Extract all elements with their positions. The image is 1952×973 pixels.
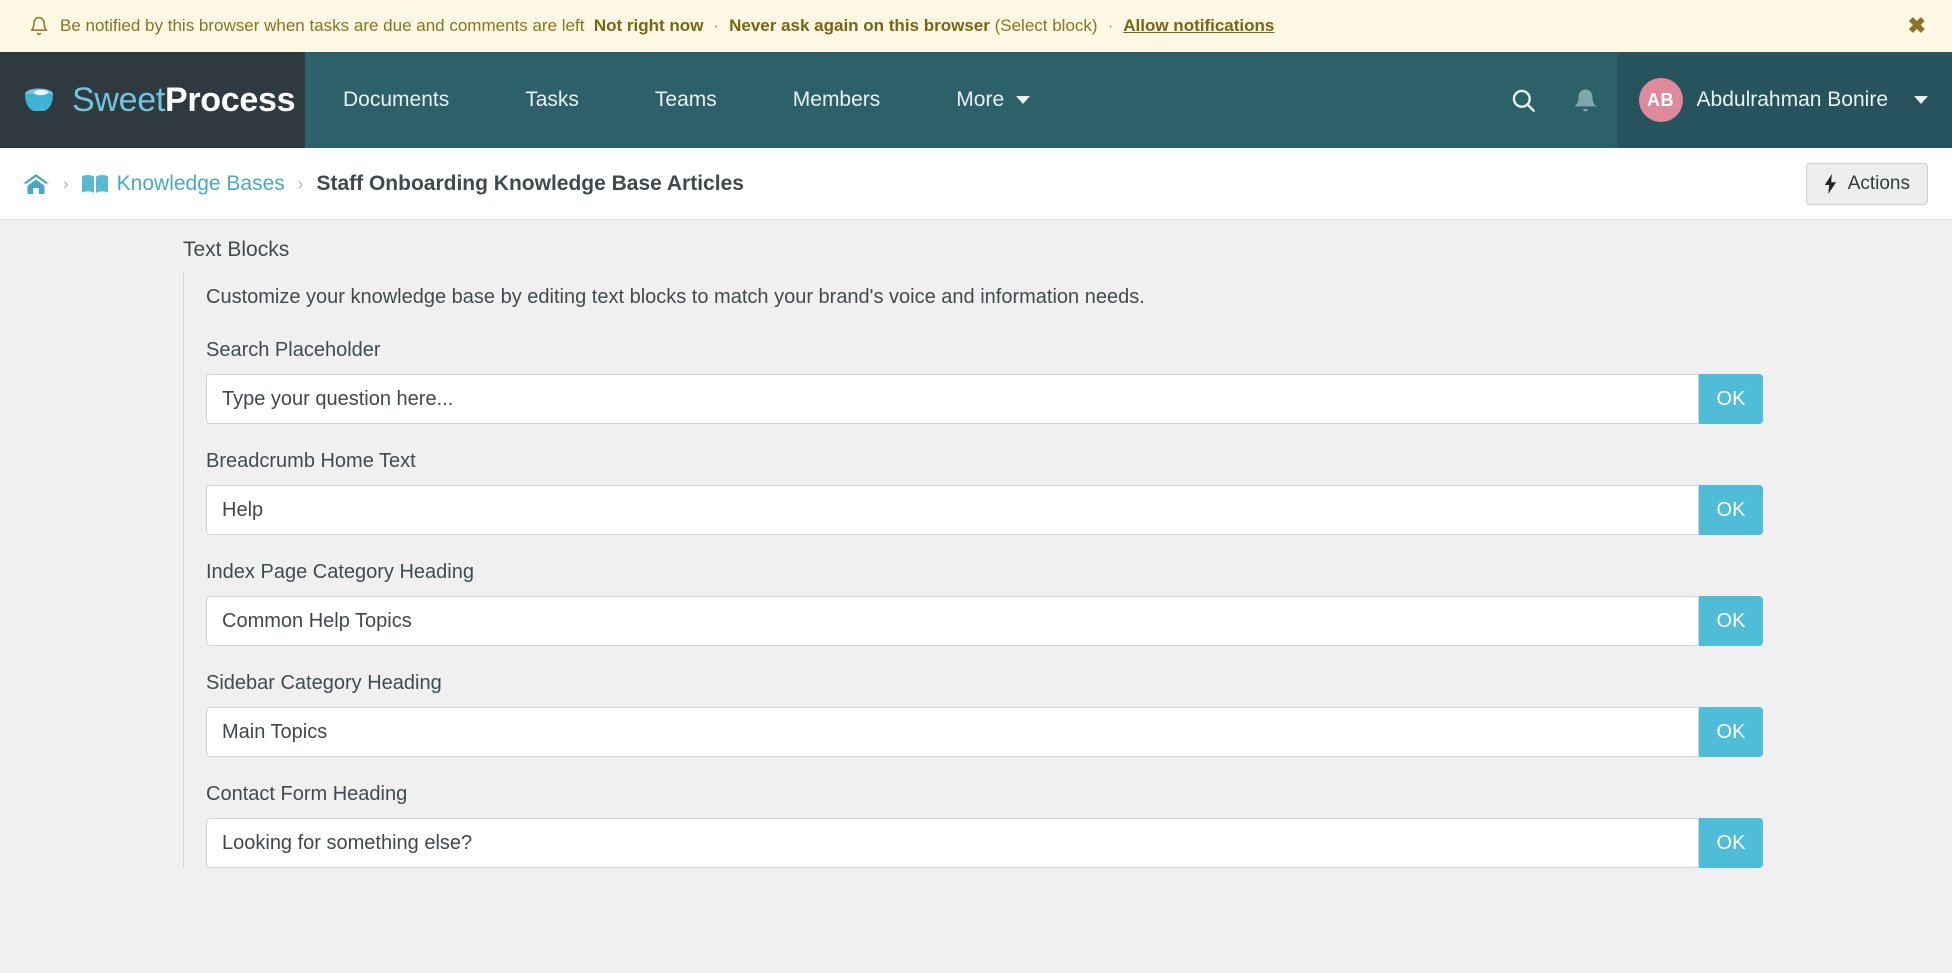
home-icon[interactable] — [22, 172, 50, 196]
avatar: AB — [1638, 78, 1683, 122]
nav-item-documents-label: Documents — [343, 88, 450, 111]
breadcrumb-separator-1: › — [63, 173, 69, 193]
field-index-page-category-heading: Index Page Category Heading OK — [206, 561, 1952, 646]
notifications-bell-icon[interactable] — [1555, 52, 1617, 148]
field-label: Breadcrumb Home Text — [206, 450, 416, 472]
ok-button[interactable]: OK — [1699, 596, 1763, 646]
user-chevron-down-icon — [1914, 96, 1928, 104]
search-placeholder-input[interactable] — [206, 374, 1699, 424]
nav-item-more-label: More — [956, 88, 1005, 111]
brand-name-process: Process — [165, 81, 296, 119]
breadcrumb-link-knowledge-bases[interactable]: Knowledge Bases — [117, 172, 285, 196]
breadcrumb: › Knowledge Bases › Staff Onboarding Kno… — [0, 148, 1952, 220]
ok-button[interactable]: OK — [1699, 374, 1763, 424]
book-icon — [81, 174, 108, 194]
nav-item-tasks-label: Tasks — [525, 88, 579, 111]
select-block-hint: (Select block) — [994, 16, 1098, 35]
panel-description: Customize your knowledge base by editing… — [206, 286, 1145, 308]
text-blocks-panel: Text Blocks Customize your knowledge bas… — [0, 220, 1952, 868]
page-title: Text Blocks — [183, 238, 290, 261]
nav-item-members[interactable]: Members — [755, 52, 919, 148]
allow-notifications-link[interactable]: Allow notifications — [1123, 16, 1274, 36]
field-row: OK — [206, 596, 1763, 646]
nav-icon-group — [1493, 52, 1617, 148]
nav-item-tasks[interactable]: Tasks — [487, 52, 617, 148]
user-name: Abdulrahman Bonire — [1696, 88, 1888, 111]
top-navigation-bar: SweetProcess Documents Tasks Teams Membe… — [0, 52, 1952, 148]
field-label: Contact Form Heading — [206, 783, 408, 805]
field-sidebar-category-heading: Sidebar Category Heading OK — [206, 672, 1952, 757]
bell-icon — [28, 15, 50, 37]
field-label: Search Placeholder — [206, 339, 381, 361]
breadcrumb-current-page: Staff Onboarding Knowledge Base Articles — [316, 171, 744, 195]
field-row: OK — [206, 374, 1763, 424]
search-icon[interactable] — [1493, 52, 1555, 148]
nav-item-teams[interactable]: Teams — [617, 52, 755, 148]
nav-item-members-label: Members — [792, 88, 881, 111]
actions-button-label: Actions — [1847, 172, 1910, 194]
field-row: OK — [206, 485, 1763, 535]
user-menu[interactable]: AB Abdulrahman Bonire — [1616, 52, 1952, 148]
notification-separator-2: · — [1107, 16, 1114, 35]
contact-form-heading-input[interactable] — [206, 818, 1699, 868]
main-content: Text Blocks Customize your knowledge bas… — [0, 220, 1952, 973]
sidebar-category-heading-input[interactable] — [206, 707, 1699, 757]
breadcrumb-separator-2: › — [297, 173, 304, 193]
nav-item-more[interactable]: More — [918, 52, 1054, 148]
nav-item-documents[interactable]: Documents — [305, 52, 487, 148]
breadcrumb-home-text-input[interactable] — [206, 485, 1699, 535]
coffee-cup-icon — [22, 83, 64, 117]
actions-button[interactable]: Actions — [1805, 162, 1928, 205]
field-breadcrumb-home-text: Breadcrumb Home Text OK — [206, 450, 1952, 535]
index-page-category-heading-input[interactable] — [206, 596, 1699, 646]
field-label: Sidebar Category Heading — [206, 672, 442, 694]
chevron-down-icon — [1016, 96, 1031, 104]
never-ask-again-button[interactable]: Never ask again on this browser — [729, 16, 990, 36]
text-blocks-body: Customize your knowledge base by editing… — [183, 272, 1952, 868]
field-label: Index Page Category Heading — [206, 561, 474, 583]
close-icon[interactable]: ✖ — [1908, 15, 1926, 37]
browser-notification-bar: Be notified by this browser when tasks a… — [0, 0, 1952, 52]
nav-item-teams-label: Teams — [654, 88, 717, 111]
field-row: OK — [206, 707, 1763, 757]
notification-separator-1: · — [713, 16, 720, 35]
brand-name-sweet: Sweet — [72, 81, 165, 119]
ok-button[interactable]: OK — [1699, 818, 1763, 868]
field-contact-form-heading: Contact Form Heading OK — [206, 783, 1952, 868]
ok-button[interactable]: OK — [1699, 485, 1763, 535]
field-search-placeholder: Search Placeholder OK — [206, 339, 1952, 424]
ok-button[interactable]: OK — [1699, 707, 1763, 757]
lightning-bolt-icon — [1824, 173, 1837, 194]
nav-links: Documents Tasks Teams Members More — [305, 52, 1493, 148]
brand-logo[interactable]: SweetProcess — [0, 52, 305, 148]
field-row: OK — [206, 818, 1763, 868]
not-right-now-button[interactable]: Not right now — [594, 16, 704, 36]
notification-message: Be notified by this browser when tasks a… — [60, 16, 585, 35]
